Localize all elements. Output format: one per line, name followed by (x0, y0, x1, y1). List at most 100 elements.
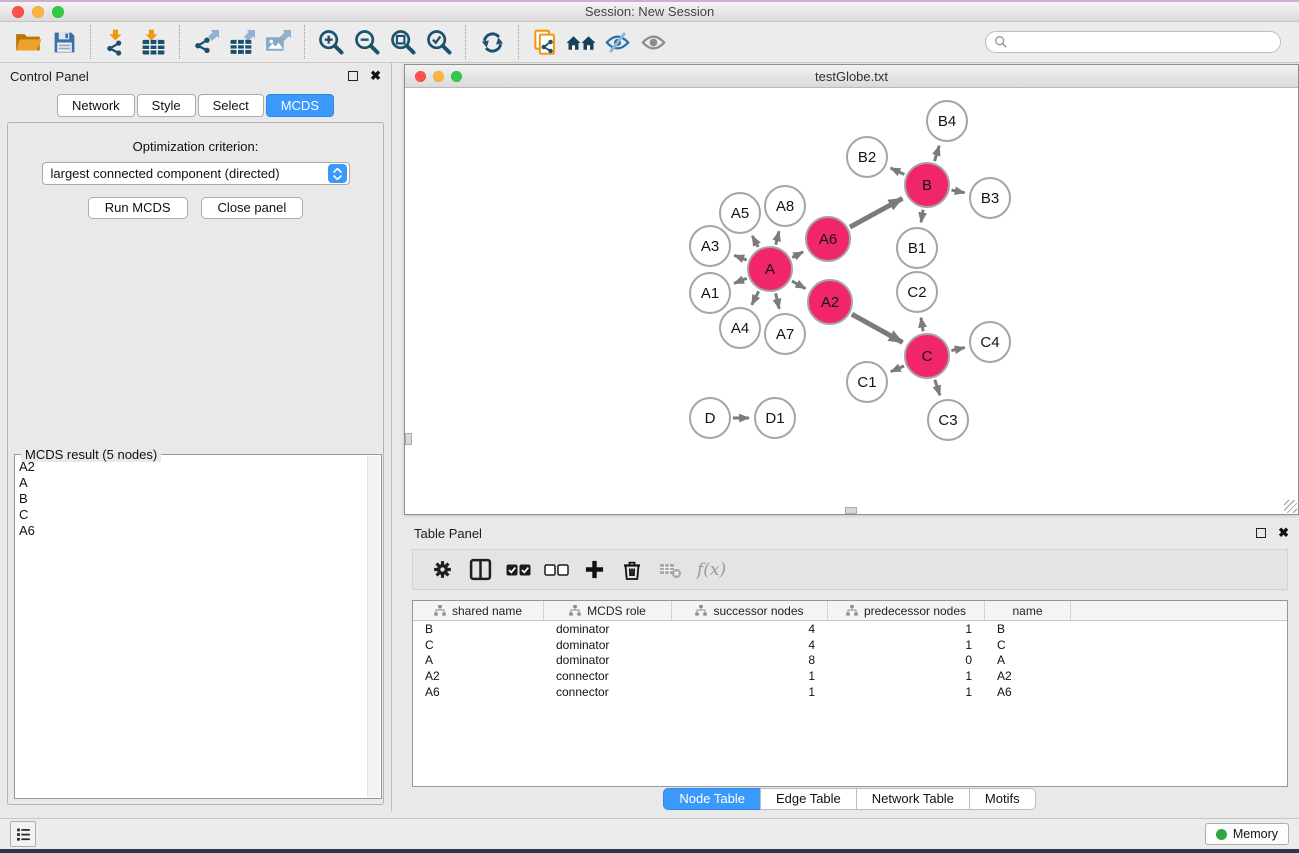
float-table-panel-icon[interactable] (1256, 528, 1266, 538)
open-session-button[interactable] (10, 25, 46, 59)
clone-network-button[interactable] (527, 25, 563, 59)
window-resize-grip[interactable] (1284, 500, 1297, 513)
edge-B-B4[interactable] (934, 146, 939, 161)
edge-A-A8[interactable] (776, 231, 779, 244)
node-B4[interactable]: B4 (926, 100, 968, 142)
deselect-all-button[interactable] (539, 554, 573, 586)
node-B3[interactable]: B3 (969, 177, 1011, 219)
mcds-result-item[interactable]: A6 (19, 523, 381, 539)
tab-node-table[interactable]: Node Table (663, 788, 761, 810)
node-A8[interactable]: A8 (764, 185, 806, 227)
node-A2[interactable]: A2 (807, 279, 853, 325)
zoom-selected-button[interactable] (421, 25, 457, 59)
zoom-window-button[interactable] (52, 6, 64, 18)
node-A1[interactable]: A1 (689, 272, 731, 314)
minimize-network-window-button[interactable] (433, 71, 444, 82)
zoom-fit-button[interactable] (385, 25, 421, 59)
node-A7[interactable]: A7 (764, 313, 806, 355)
canvas-left-handle[interactable] (405, 433, 412, 445)
table-row[interactable]: A6connector11A6 (413, 684, 1287, 700)
close-table-panel-icon[interactable]: ✖ (1278, 528, 1289, 538)
export-table-button[interactable] (224, 25, 260, 59)
close-panel-icon[interactable]: ✖ (370, 71, 381, 81)
network-canvas[interactable]: B4 B2 B B3 A8A5 A6 A3 B1 A C2 A1 A2 A4A7 C4 C C1 D D1 C3 (405, 88, 1298, 514)
column-header-name[interactable]: name (985, 601, 1071, 620)
node-A3[interactable]: A3 (689, 225, 731, 267)
memory-button[interactable]: Memory (1205, 823, 1289, 845)
tab-edge-table[interactable]: Edge Table (760, 788, 857, 810)
mcds-result-item[interactable]: B (19, 491, 381, 507)
mcds-result-item[interactable]: C (19, 507, 381, 523)
result-scrollbar[interactable] (367, 456, 380, 797)
edge-C-C2[interactable] (921, 318, 923, 332)
edge-A6-B[interactable] (850, 198, 902, 227)
column-header-successor-nodes[interactable]: successor nodes (672, 601, 828, 620)
node-A5[interactable]: A5 (719, 192, 761, 234)
edge-A-A2[interactable] (792, 281, 806, 288)
edge-B-B1[interactable] (921, 210, 923, 223)
hide-graphics-details-button[interactable] (599, 25, 635, 59)
column-header-MCDS-role[interactable]: MCDS role (544, 601, 672, 620)
node-A4[interactable]: A4 (719, 307, 761, 349)
table-row[interactable]: Bdominator41B (413, 621, 1287, 637)
column-header-predecessor-nodes[interactable]: predecessor nodes (828, 601, 985, 620)
table-row[interactable]: Cdominator41C (413, 637, 1287, 653)
tab-style[interactable]: Style (137, 94, 196, 117)
node-B[interactable]: B (904, 162, 950, 208)
node-C3[interactable]: C3 (927, 399, 969, 441)
save-session-button[interactable] (46, 25, 82, 59)
delete-row-button[interactable] (615, 554, 649, 586)
edge-A-A1[interactable] (734, 278, 747, 283)
table-row[interactable]: Adominator80A (413, 652, 1287, 668)
node-B2[interactable]: B2 (846, 136, 888, 178)
zoom-network-window-button[interactable] (451, 71, 462, 82)
edge-B-B2[interactable] (891, 168, 905, 174)
tab-mcds[interactable]: MCDS (266, 94, 334, 117)
import-table-button[interactable] (135, 25, 171, 59)
close-window-button[interactable] (12, 6, 24, 18)
column-header-shared-name[interactable]: shared name (413, 601, 544, 620)
import-network-button[interactable] (99, 25, 135, 59)
close-network-window-button[interactable] (415, 71, 426, 82)
function-builder-button[interactable]: f(x) (697, 560, 726, 580)
edge-A2-C[interactable] (852, 314, 903, 342)
node-C[interactable]: C (904, 333, 950, 379)
edge-A-A3[interactable] (734, 255, 746, 260)
zoom-in-button[interactable] (313, 25, 349, 59)
edge-A-A7[interactable] (776, 293, 780, 308)
table-row[interactable]: A2connector11A2 (413, 668, 1287, 684)
mcds-result-item[interactable]: A2 (19, 459, 381, 475)
show-columns-button[interactable] (463, 554, 497, 586)
close-panel-button[interactable]: Close panel (201, 197, 304, 219)
table-settings-button[interactable] (425, 554, 459, 586)
edge-B-B3[interactable] (951, 190, 964, 193)
run-mcds-button[interactable]: Run MCDS (88, 197, 188, 219)
canvas-bottom-handle[interactable] (845, 507, 857, 514)
edge-C-C3[interactable] (935, 380, 940, 396)
node-C4[interactable]: C4 (969, 321, 1011, 363)
node-A6[interactable]: A6 (805, 216, 851, 262)
export-image-button[interactable] (260, 25, 296, 59)
node-D[interactable]: D (689, 397, 731, 439)
select-all-button[interactable] (501, 554, 535, 586)
float-panel-icon[interactable] (348, 71, 358, 81)
optimization-criterion-select[interactable]: largest connected component (directed) (42, 162, 350, 185)
node-A[interactable]: A (747, 246, 793, 292)
edge-C-C4[interactable] (951, 348, 964, 351)
zoom-out-button[interactable] (349, 25, 385, 59)
add-row-button[interactable] (577, 554, 611, 586)
edge-C-C1[interactable] (891, 366, 904, 372)
export-network-button[interactable] (188, 25, 224, 59)
minimize-window-button[interactable] (32, 6, 44, 18)
tab-network[interactable]: Network (57, 94, 135, 117)
node-C1[interactable]: C1 (846, 361, 888, 403)
show-graphics-details-button[interactable] (635, 25, 671, 59)
edge-A-A6[interactable] (792, 252, 803, 258)
node-C2[interactable]: C2 (896, 271, 938, 313)
tab-select[interactable]: Select (198, 94, 264, 117)
search-input[interactable] (1008, 35, 1272, 49)
task-history-button[interactable] (10, 821, 36, 847)
node-B1[interactable]: B1 (896, 227, 938, 269)
refresh-button[interactable] (474, 25, 510, 59)
node-D1[interactable]: D1 (754, 397, 796, 439)
